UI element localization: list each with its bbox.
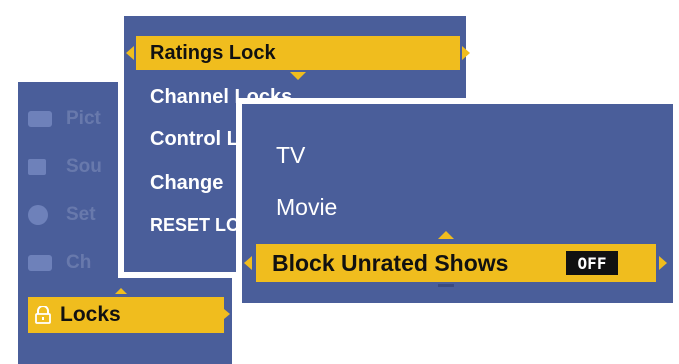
submenu-item-label: Ratings Lock xyxy=(150,41,276,64)
menu-item-picture[interactable]: Pict xyxy=(28,104,101,134)
ratings-lock-panel: TV Movie Block Unrated Shows OFF xyxy=(236,98,679,309)
submenu-item-ratings-lock[interactable]: Ratings Lock xyxy=(136,36,460,70)
channel-icon xyxy=(28,255,52,271)
ratings-item-label: Block Unrated Shows xyxy=(272,249,509,276)
status-badge: OFF xyxy=(566,251,618,275)
submenu-item-reset[interactable]: RESET LO xyxy=(150,215,240,236)
menu-item-label: Sou xyxy=(66,156,102,177)
chevron-up-icon[interactable] xyxy=(438,231,454,239)
sound-icon xyxy=(28,159,46,175)
lock-icon xyxy=(35,306,51,324)
menu-item-channel[interactable]: Ch xyxy=(28,248,91,278)
chevron-left-icon[interactable] xyxy=(244,256,252,270)
chevron-down-icon[interactable] xyxy=(290,72,306,80)
setup-icon xyxy=(28,205,48,225)
menu-item-label: Pict xyxy=(66,108,101,129)
scroll-down-hint xyxy=(438,284,454,287)
ratings-item-tv[interactable]: TV xyxy=(276,142,305,169)
menu-item-label: Set xyxy=(66,204,96,225)
menu-item-label: Locks xyxy=(60,303,121,326)
submenu-item-control[interactable]: Control L xyxy=(150,128,239,151)
ratings-item-block-unrated[interactable]: Block Unrated Shows OFF xyxy=(256,244,656,282)
menu-item-locks[interactable]: Locks xyxy=(28,297,224,333)
scroll-up-arrow-icon[interactable] xyxy=(115,288,127,294)
chevron-left-icon[interactable] xyxy=(126,46,134,60)
picture-icon xyxy=(28,111,52,127)
menu-item-setup[interactable]: Set xyxy=(28,200,96,230)
chevron-right-icon[interactable] xyxy=(462,46,470,60)
menu-item-sound[interactable]: Sou xyxy=(28,152,102,182)
submenu-item-change[interactable]: Change xyxy=(150,172,223,195)
chevron-right-icon[interactable] xyxy=(224,309,230,319)
menu-item-label: Ch xyxy=(66,252,92,273)
ratings-item-movie[interactable]: Movie xyxy=(276,194,337,221)
chevron-right-icon[interactable] xyxy=(659,256,667,270)
